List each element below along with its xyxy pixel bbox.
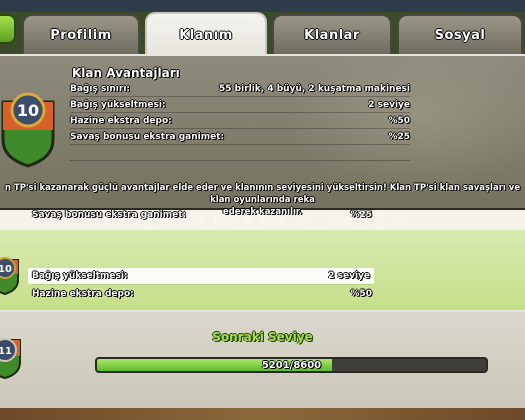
tab-klanlar[interactable]: Klanlar xyxy=(272,14,392,54)
clan-xp-progress-bar: 5201/8600 xyxy=(95,357,488,373)
popup-description: n TP'si kazanarak güçlü avantajlar elde … xyxy=(4,183,521,217)
progress-text: 5201/8600 xyxy=(261,359,322,371)
tab-profilim[interactable]: Profilim xyxy=(22,14,140,54)
popup-row-donation-upgrade: Bağış yükseltmesi: 2 seviye xyxy=(70,98,410,113)
popup-row-donation-limit: Bağış sınırı: 55 birlik, 4 büyü, 2 kuşat… xyxy=(70,82,410,97)
popup-row-empty xyxy=(70,146,410,161)
popup-row-treasury: Hazine ekstra depo: %50 xyxy=(70,114,410,129)
next-level-title: Sonraki Seviye xyxy=(212,330,313,344)
top-bar xyxy=(0,0,525,12)
svg-text:11: 11 xyxy=(0,346,12,357)
popup-row-war-bonus: Savaş bonusu ekstra ganimet: %25 xyxy=(70,130,410,145)
back-button[interactable] xyxy=(0,14,16,44)
popup-title: Klan Avantajları xyxy=(72,66,180,80)
clan-level-10-badge: 10 xyxy=(0,88,56,172)
clan-badge-icon: 10 xyxy=(0,257,19,296)
bottom-decoration xyxy=(0,408,525,420)
clan-level-10-badge-small: 10 xyxy=(0,252,20,300)
svg-text:10: 10 xyxy=(17,101,39,120)
tab-klanim[interactable]: Klanım xyxy=(145,12,267,56)
svg-text:10: 10 xyxy=(0,264,12,275)
clan-badge-icon: 10 xyxy=(1,92,55,168)
treasury-extra-row: Hazine ekstra depo: %50 xyxy=(32,289,372,299)
donation-upgrade-row: Bağış yükseltmesi: 2 seviye xyxy=(28,268,374,284)
row-divider xyxy=(32,284,372,285)
tab-sosyal[interactable]: Sosyal xyxy=(397,14,523,54)
